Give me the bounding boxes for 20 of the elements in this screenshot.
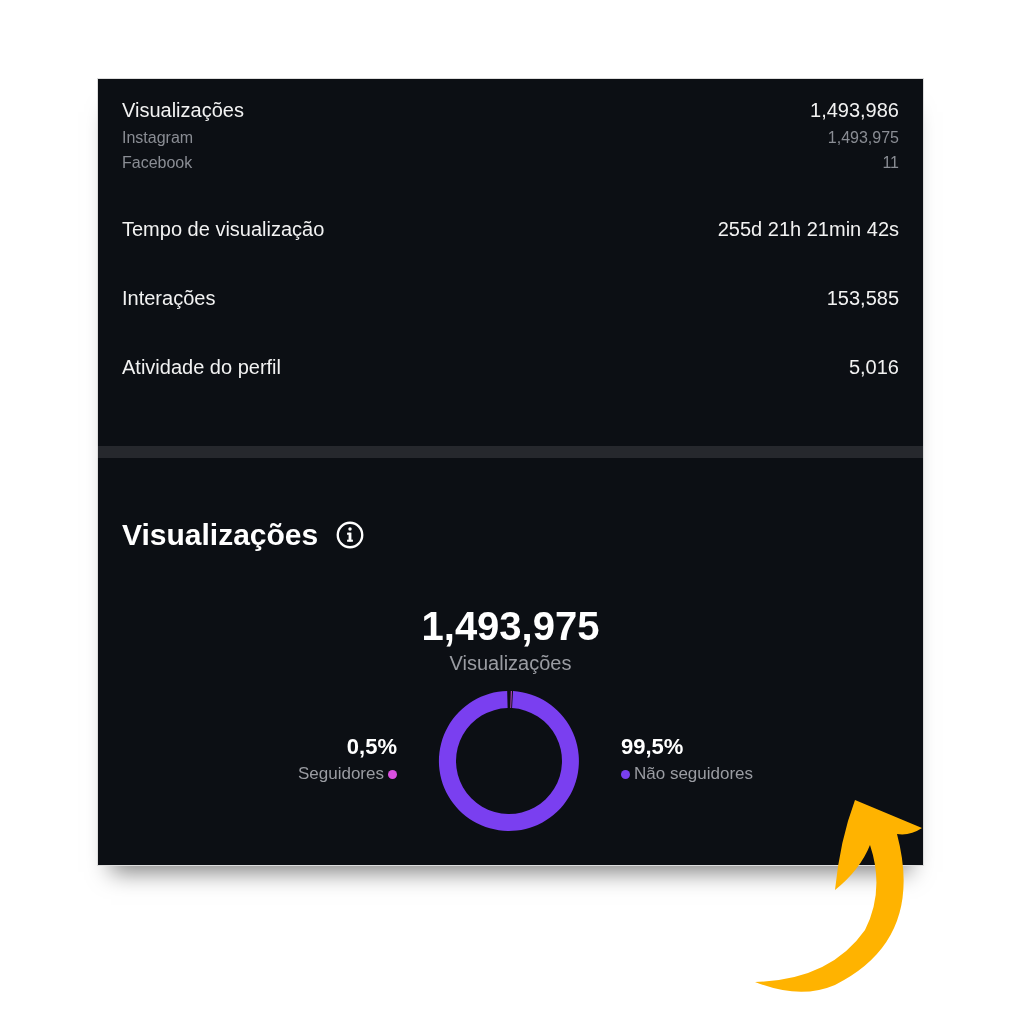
- metric-label: Tempo de visualização: [122, 217, 325, 242]
- legend-label: Seguidores: [298, 764, 384, 784]
- percent-value: 99,5%: [621, 734, 684, 760]
- source-label: Facebook: [122, 153, 193, 173]
- source-label: Instagram: [122, 128, 194, 148]
- source-value: 1,493,975: [827, 128, 899, 148]
- percent-value: 0,5%: [346, 734, 397, 760]
- metric-label: Visualizações: [122, 98, 244, 123]
- metric-value: 5,016: [848, 355, 899, 380]
- total-views: 1,493,975: [421, 604, 600, 648]
- metric-value: 153,585: [826, 286, 899, 311]
- metric-label: Atividade do perfil: [122, 355, 281, 380]
- source-value: 11: [882, 153, 899, 173]
- section-title: Visualizações: [122, 518, 319, 552]
- info-icon[interactable]: [336, 521, 365, 549]
- metric-label: Interações: [122, 286, 216, 311]
- total-label: Visualizações: [449, 652, 572, 675]
- metric-value: 255d 21h 21min 42s: [717, 217, 899, 242]
- metric-value: 1,493,986: [810, 98, 899, 123]
- legend-label: Não seguidores: [634, 764, 754, 784]
